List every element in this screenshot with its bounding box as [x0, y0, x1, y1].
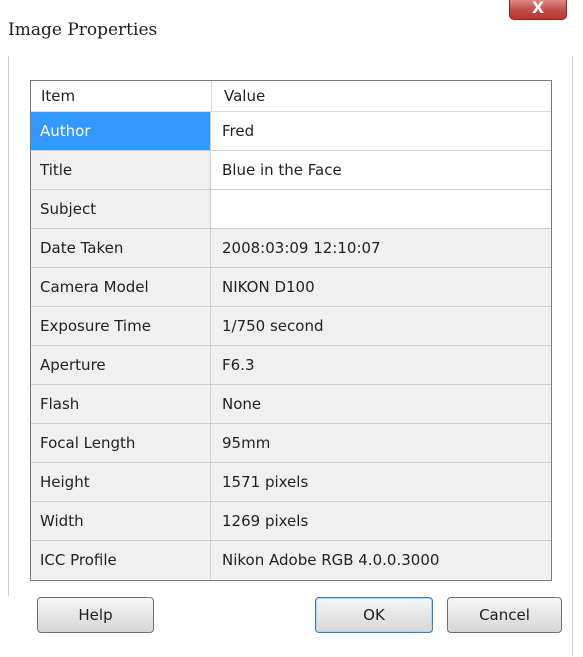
grid-row-camera-model[interactable]: Camera Model NIKON D100 [31, 268, 551, 307]
flash-label: Flash [31, 385, 211, 423]
height-value: 1571 pixels [211, 463, 551, 501]
window-border-left [8, 56, 9, 596]
grid-header: Item Value [31, 81, 551, 112]
grid-row-date-taken[interactable]: Date Taken 2008:03:09 12:10:07 [31, 229, 551, 268]
focal-length-value: 95mm [211, 424, 551, 462]
height-label: Height [31, 463, 211, 501]
aperture-value: F6.3 [211, 346, 551, 384]
date-taken-value: 2008:03:09 12:10:07 [211, 229, 551, 267]
grid-row-flash[interactable]: Flash None [31, 385, 551, 424]
help-button[interactable]: Help [37, 597, 154, 633]
author-label: Author [31, 112, 211, 150]
close-icon: X [531, 0, 545, 17]
icc-profile-label: ICC Profile [31, 541, 211, 580]
image-properties-dialog: Image Properties X Item Value Author Fre… [0, 0, 583, 657]
grid-row-height[interactable]: Height 1571 pixels [31, 463, 551, 502]
exposure-time-label: Exposure Time [31, 307, 211, 345]
cancel-button[interactable]: Cancel [447, 597, 562, 633]
width-value: 1269 pixels [211, 502, 551, 540]
grid-row-author[interactable]: Author Fred [31, 112, 551, 151]
camera-model-label: Camera Model [31, 268, 211, 306]
author-value[interactable]: Fred [211, 112, 551, 150]
window-border-right [572, 56, 573, 656]
grid-row-icc-profile[interactable]: ICC Profile Nikon Adobe RGB 4.0.0.3000 [31, 541, 551, 580]
subject-label: Subject [31, 190, 211, 228]
grid-row-aperture[interactable]: Aperture F6.3 [31, 346, 551, 385]
close-button[interactable]: X [509, 0, 567, 20]
title-label: Title [31, 151, 211, 189]
date-taken-label: Date Taken [31, 229, 211, 267]
window-title: Image Properties [8, 20, 158, 40]
ok-button[interactable]: OK [315, 597, 433, 633]
grid-row-title[interactable]: Title Blue in the Face [31, 151, 551, 190]
grid-row-focal-length[interactable]: Focal Length 95mm [31, 424, 551, 463]
aperture-label: Aperture [31, 346, 211, 384]
camera-model-value: NIKON D100 [211, 268, 551, 306]
grid-row-width[interactable]: Width 1269 pixels [31, 502, 551, 541]
properties-grid: Item Value Author Fred Title Blue in the… [30, 80, 552, 581]
header-item[interactable]: Item [31, 81, 211, 111]
title-value[interactable]: Blue in the Face [211, 151, 551, 189]
width-label: Width [31, 502, 211, 540]
focal-length-label: Focal Length [31, 424, 211, 462]
header-value[interactable]: Value [211, 81, 551, 111]
grid-row-subject[interactable]: Subject [31, 190, 551, 229]
exposure-time-value: 1/750 second [211, 307, 551, 345]
subject-value[interactable] [211, 190, 551, 228]
grid-row-exposure-time[interactable]: Exposure Time 1/750 second [31, 307, 551, 346]
flash-value: None [211, 385, 551, 423]
icc-profile-value: Nikon Adobe RGB 4.0.0.3000 [211, 541, 551, 580]
